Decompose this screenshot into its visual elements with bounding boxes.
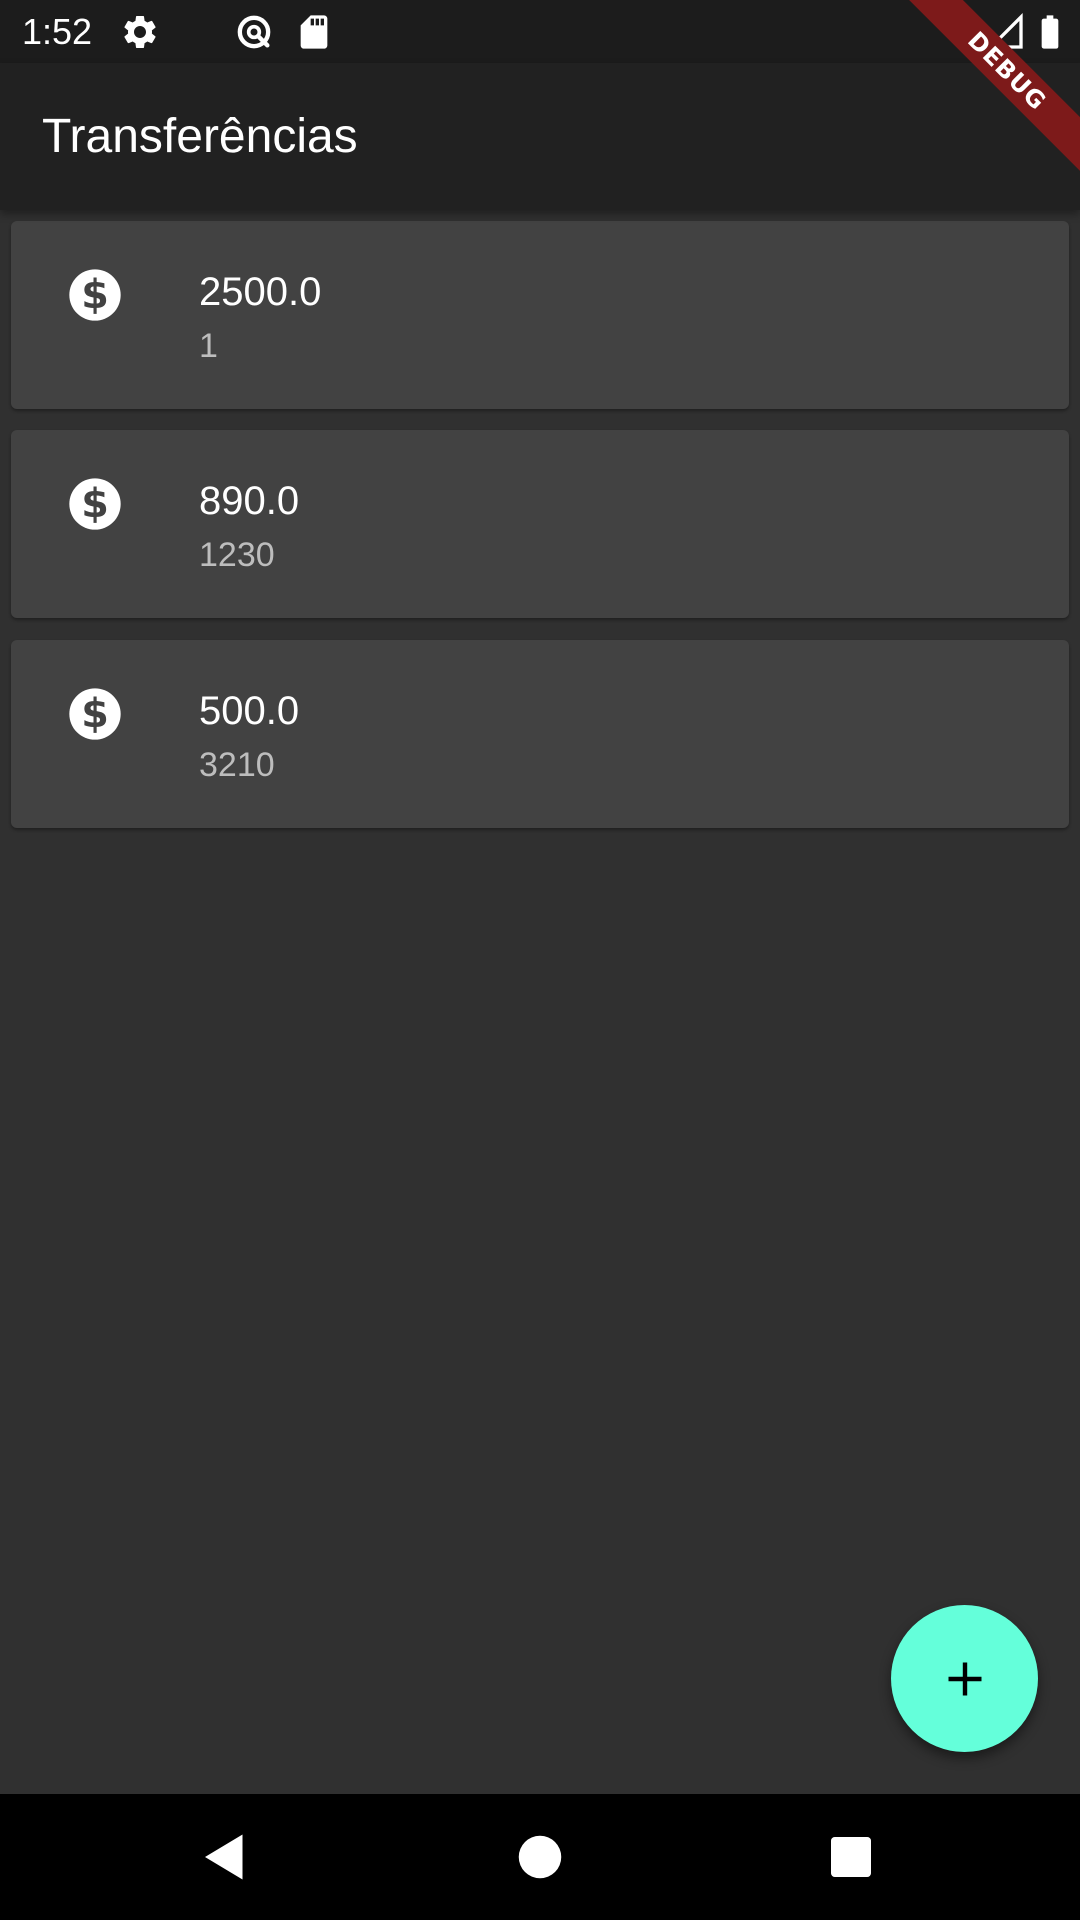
data-saver-icon: [237, 15, 271, 49]
transfer-card[interactable]: $ 890.0 1230: [11, 430, 1069, 618]
transfer-account: 1: [199, 327, 218, 365]
svg-text:$: $: [81, 691, 109, 737]
app-bar: Transferências: [0, 63, 1080, 210]
monetization-icon: $: [69, 269, 121, 321]
signal-icon: [986, 12, 1023, 49]
back-icon[interactable]: [195, 1827, 255, 1887]
transfer-value: 890.0: [199, 479, 300, 523]
svg-text:$: $: [81, 481, 109, 527]
add-transfer-button[interactable]: [891, 1605, 1038, 1752]
page-title: Transferências: [42, 110, 358, 163]
home-icon[interactable]: [510, 1827, 570, 1887]
monetization-icon: $: [69, 688, 121, 740]
transfer-account: 1230: [199, 536, 275, 574]
transfer-card[interactable]: $ 2500.0 1: [11, 221, 1069, 409]
transfer-account: 3210: [199, 746, 275, 784]
status-time: 1:52: [22, 11, 93, 52]
sd-card-icon: [300, 15, 328, 49]
monetization-icon: $: [69, 478, 121, 530]
navigation-bar: [0, 1794, 1080, 1920]
screen: 1:52 Transferências DEBUG $ 2500.0 1 $ 8…: [0, 0, 1080, 1920]
transfer-card[interactable]: $ 500.0 3210: [11, 640, 1069, 828]
gear-icon: [124, 15, 156, 48]
svg-text:$: $: [81, 272, 109, 318]
status-bar: 1:52: [0, 0, 1080, 63]
battery-icon: [1041, 15, 1059, 49]
transfer-value: 500.0: [199, 689, 300, 733]
plus-icon: [948, 1662, 981, 1695]
recents-icon[interactable]: [821, 1827, 881, 1887]
transfer-value: 2500.0: [199, 270, 322, 314]
